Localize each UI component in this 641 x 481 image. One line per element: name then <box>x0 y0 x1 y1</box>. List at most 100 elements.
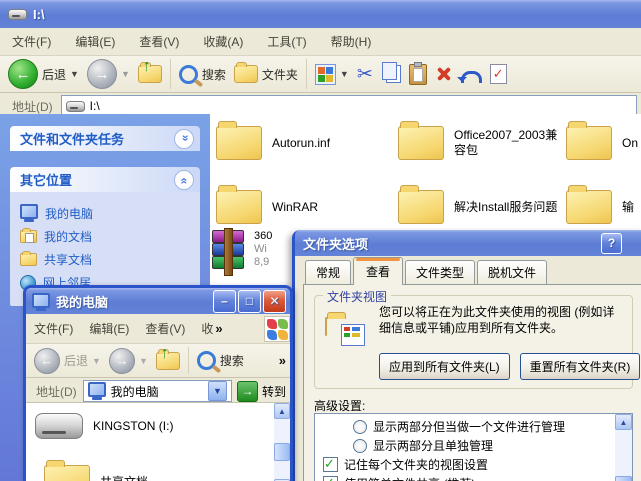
toolbar-separator <box>187 347 189 374</box>
place-label: 共享文档 <box>44 253 93 267</box>
reset-all-folders-button[interactable]: 重置所有文件夹(R) <box>519 353 641 380</box>
go-button[interactable]: → 转到 <box>236 380 286 402</box>
menu-help[interactable]: 帮助(H) <box>319 28 384 55</box>
menu-tools[interactable]: 工具(T) <box>255 28 318 55</box>
cut-button[interactable]: ✂ <box>353 63 377 86</box>
places-panel-header[interactable]: 其它位置 « <box>10 167 200 192</box>
computer-scrollbar[interactable]: ▲ ▼ <box>274 403 290 481</box>
up-arrow-icon: ↑ <box>142 58 151 75</box>
menu-file[interactable]: 文件(F) <box>26 314 81 343</box>
radio-icon[interactable] <box>353 438 367 453</box>
collapse-panel-button[interactable]: « <box>174 169 194 190</box>
menu-edit[interactable]: 编辑(E) <box>81 314 137 343</box>
views-dropdown-icon[interactable]: ▼ <box>340 69 349 79</box>
option-simple-sharing[interactable]: 使用简单文件共享 (推荐) <box>323 475 475 481</box>
file-tile-office[interactable]: Office2007_2003兼容包 <box>398 121 566 160</box>
menu-favorites-truncated[interactable]: 收 <box>193 314 213 343</box>
apply-to-all-folders-button[interactable]: 应用到所有文件夹(L) <box>379 353 510 380</box>
maximize-button[interactable]: □ <box>238 289 261 313</box>
paste-button[interactable] <box>405 61 431 87</box>
archive-type: Wi <box>254 243 267 255</box>
toolbar-overflow-chevron[interactable]: » <box>279 353 286 368</box>
file-tile-shu[interactable]: 输 <box>566 185 635 224</box>
option-label: 记住每个文件夹的视图设置 <box>344 458 489 472</box>
sidebar-item-my-documents[interactable]: 我的文档 <box>20 225 196 248</box>
views-button[interactable]: ▼ <box>311 62 353 87</box>
menu-view[interactable]: 查看(V) <box>137 314 193 343</box>
option-remember-view[interactable]: 记住每个文件夹的视图设置 <box>323 456 488 473</box>
file-tile-on[interactable]: On <box>566 121 638 160</box>
folder-icon <box>216 121 262 160</box>
tab-general[interactable]: 常规 <box>305 260 352 285</box>
up-button[interactable]: ↑ <box>134 58 166 85</box>
combo-dropdown-icon[interactable]: ▼ <box>207 381 227 401</box>
folder-icon <box>398 121 444 160</box>
minimize-button[interactable]: – <box>213 289 236 313</box>
file-tile-autorun[interactable]: Autorun.inf <box>216 121 330 160</box>
computer-titlebar[interactable]: 我的电脑 – □ ✕ <box>26 288 290 314</box>
dialog-titlebar[interactable]: 文件夹选项 ? <box>295 230 641 256</box>
properties-button[interactable] <box>486 62 511 86</box>
back-dropdown-icon[interactable]: ▼ <box>70 69 79 79</box>
sidebar-item-shared-documents[interactable]: 共享文档 <box>20 248 196 271</box>
scroll-thumb[interactable] <box>274 443 290 461</box>
option-radio-manage-as-one[interactable]: 显示两部分但当做一个文件进行管理 <box>353 418 565 435</box>
file-tile-winrar[interactable]: WinRAR <box>216 185 318 224</box>
scroll-up-button[interactable]: ▲ <box>615 414 632 430</box>
search-label: 搜索 <box>201 67 226 82</box>
address-label: 地址(D) <box>12 99 53 114</box>
sidebar-item-my-computer[interactable]: 我的电脑 <box>20 202 196 225</box>
folder-icon <box>325 317 327 336</box>
forward-button[interactable]: → ▼ <box>83 57 134 91</box>
tab-file-types[interactable]: 文件类型 <box>405 260 476 285</box>
list-scrollbar[interactable]: ▲ <box>615 414 632 481</box>
file-tile-install[interactable]: 解决Install服务问题 <box>398 185 557 224</box>
close-button[interactable]: ✕ <box>263 289 286 313</box>
dialog-tabs: 常规 查看 文件类型 脱机文件 <box>305 257 549 285</box>
dialog-help-button[interactable]: ? <box>601 232 622 254</box>
checkbox-checked-icon[interactable] <box>323 456 338 472</box>
back-dropdown-icon: ▼ <box>92 355 101 366</box>
folder-view-description: 您可以将正在为此文件夹使用的视图 (例如详细信息或平铺)应用到所有文件夹。 <box>379 305 615 335</box>
shared-folder-icon <box>20 251 37 266</box>
radio-icon[interactable] <box>353 419 367 434</box>
copy-button[interactable] <box>377 62 405 85</box>
computer-icon <box>87 382 106 400</box>
forward-button-disabled: → ▼ <box>105 346 152 376</box>
folders-button[interactable]: 文件夹 <box>230 62 302 85</box>
scroll-thumb[interactable] <box>615 476 632 481</box>
file-label: 输 <box>622 199 635 214</box>
checkbox-checked-icon[interactable] <box>323 475 338 481</box>
address-combo[interactable]: 我的电脑 ▼ <box>82 380 232 402</box>
menu-favorites[interactable]: 收藏(A) <box>191 28 255 55</box>
up-button[interactable]: ↑ <box>152 345 184 372</box>
menu-edit[interactable]: 编辑(E) <box>63 28 127 55</box>
documents-folder-icon <box>20 228 37 243</box>
menu-overflow-chevron[interactable]: » <box>215 321 222 336</box>
drive-tile-kingston[interactable]: KINGSTON (I:) <box>35 413 173 439</box>
tasks-panel-header[interactable]: 文件和文件夹任务 « <box>10 126 200 151</box>
menu-view[interactable]: 查看(V) <box>127 28 191 55</box>
scroll-up-button[interactable]: ▲ <box>274 403 290 419</box>
explorer-titlebar[interactable]: I:\ <box>0 0 641 28</box>
search-button[interactable]: 搜索 <box>175 63 230 86</box>
paste-icon <box>408 61 427 85</box>
folder-tile-shared-docs[interactable]: 共享文档 <box>44 460 148 481</box>
forward-dropdown-icon[interactable]: ▼ <box>121 69 130 79</box>
tab-offline-files[interactable]: 脱机文件 <box>477 260 548 285</box>
folders-label: 文件夹 <box>261 67 298 82</box>
expand-panel-button[interactable]: « <box>174 128 194 149</box>
computer-file-area[interactable]: KINGSTON (I:) 共享文档 ▲ ▼ <box>26 402 290 481</box>
delete-button[interactable] <box>431 63 457 85</box>
search-button[interactable]: 搜索 <box>193 349 248 372</box>
tab-view[interactable]: 查看 <box>353 257 404 285</box>
undo-button[interactable] <box>456 64 486 85</box>
delete-icon <box>435 65 453 83</box>
option-label: 显示两部分但当做一个文件进行管理 <box>373 420 566 434</box>
option-radio-manage-separately[interactable]: 显示两部分且单独管理 <box>353 437 493 454</box>
file-tile-360-archive[interactable]: 360 Wi 8,9 <box>212 228 272 276</box>
menu-file[interactable]: 文件(F) <box>0 28 63 55</box>
back-label: 后退 <box>42 67 67 82</box>
back-button[interactable]: ← 后退 ▼ <box>4 57 83 91</box>
advanced-settings-list[interactable]: 显示两部分但当做一个文件进行管理 显示两部分且单独管理 记住每个文件夹的视图设置… <box>314 413 633 481</box>
